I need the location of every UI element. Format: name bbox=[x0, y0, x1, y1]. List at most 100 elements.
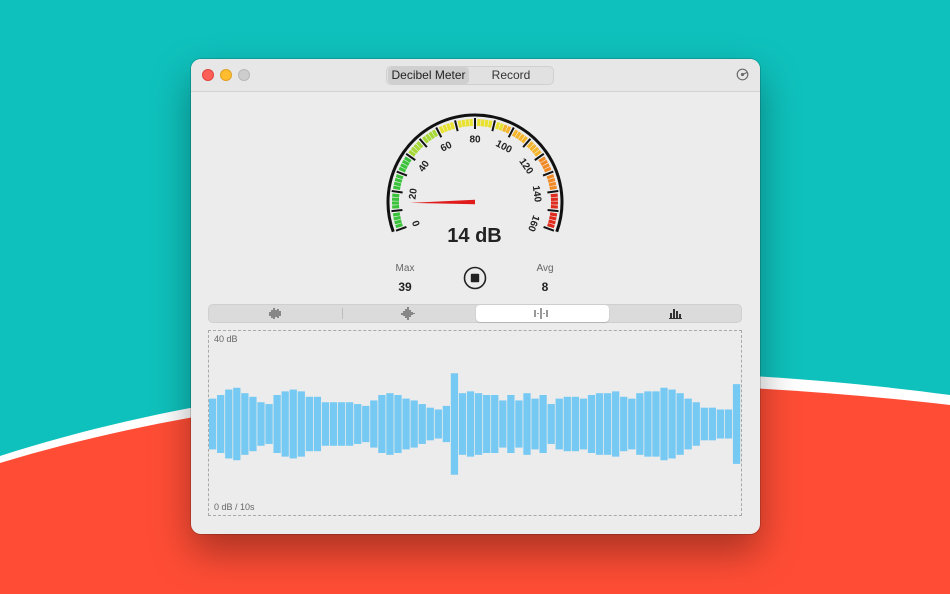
close-window-button[interactable] bbox=[202, 69, 214, 81]
level-bar bbox=[378, 395, 386, 453]
gauge-major-tick bbox=[391, 208, 403, 213]
level-bar bbox=[563, 396, 571, 452]
level-bar bbox=[716, 409, 725, 439]
gauge-color-segment bbox=[393, 181, 402, 187]
gauge-color-segment bbox=[538, 156, 547, 163]
gauge-color-segment bbox=[511, 129, 519, 138]
gauge-color-segment bbox=[543, 166, 552, 173]
gauge-color-segment bbox=[392, 212, 401, 217]
gauge-color-segment bbox=[487, 120, 493, 128]
level-bar bbox=[362, 405, 370, 443]
level-bar bbox=[668, 389, 676, 459]
level-bar bbox=[458, 393, 467, 455]
gauge-color-segment bbox=[484, 119, 489, 128]
gauge-color-segment bbox=[465, 119, 470, 127]
gauge-color-segment bbox=[549, 185, 557, 191]
level-bar bbox=[241, 393, 249, 455]
gauge-color-segment bbox=[431, 129, 439, 138]
gauge-tick-label: 100 bbox=[494, 138, 514, 156]
settings-icon[interactable] bbox=[736, 68, 749, 81]
level-bar bbox=[515, 400, 523, 448]
gauge-major-tick bbox=[491, 120, 496, 132]
level-bar bbox=[329, 402, 338, 446]
stop-icon[interactable] bbox=[463, 266, 487, 290]
level-bar bbox=[281, 391, 289, 457]
gauge-color-segment bbox=[394, 219, 402, 225]
mode-histogram[interactable] bbox=[609, 305, 742, 322]
gauge-color-segment bbox=[392, 193, 400, 198]
level-bar bbox=[700, 407, 708, 441]
level-bar bbox=[676, 393, 684, 455]
gauge-major-tick bbox=[547, 190, 559, 194]
level-bar bbox=[587, 395, 596, 453]
level-bar bbox=[249, 396, 257, 452]
gauge-color-segment bbox=[403, 156, 412, 163]
tab-record[interactable]: Record bbox=[471, 67, 551, 84]
mode-waveform-burst[interactable] bbox=[342, 305, 475, 322]
gauge-color-segment bbox=[549, 215, 557, 221]
gauge-color-segment bbox=[548, 219, 556, 225]
gauge-color-segment bbox=[547, 177, 556, 183]
level-bar bbox=[531, 398, 539, 450]
level-bar bbox=[426, 407, 434, 441]
level-bar bbox=[370, 400, 378, 448]
level-bar bbox=[466, 391, 475, 457]
level-bar bbox=[257, 402, 265, 446]
level-history-chart: 40 dB 0 dB / 10s bbox=[208, 330, 742, 516]
view-segmented-control: Decibel Meter Record bbox=[386, 66, 554, 85]
gauge-color-segment bbox=[449, 121, 455, 130]
waveform-sparse-icon bbox=[534, 308, 548, 319]
gauge-tick-label: 80 bbox=[469, 135, 481, 146]
level-bar bbox=[547, 404, 555, 444]
app-window: Decibel Meter Record 0 20 40 60 80 100 120 140 1… bbox=[191, 59, 760, 534]
chart-top-label: 40 dB bbox=[214, 334, 238, 344]
waveform-burst-icon bbox=[401, 307, 415, 320]
level-bar bbox=[579, 398, 588, 450]
zoom-window-button[interactable] bbox=[238, 69, 250, 81]
level-bar bbox=[442, 405, 451, 443]
gauge-color-segment bbox=[393, 215, 401, 221]
level-bar bbox=[499, 400, 507, 448]
level-bar bbox=[612, 391, 620, 457]
gauge-color-segment bbox=[400, 163, 408, 170]
level-bar bbox=[402, 398, 410, 450]
gauge-color-segment bbox=[546, 174, 555, 180]
mode-waveform-sparse[interactable] bbox=[476, 305, 609, 322]
gauge-color-segment bbox=[540, 159, 549, 166]
gauge-color-segment bbox=[550, 193, 558, 198]
level-bar bbox=[603, 393, 612, 455]
gauge-major-tick bbox=[547, 208, 559, 213]
gauge-color-segment bbox=[442, 124, 449, 133]
level-bar bbox=[708, 407, 717, 441]
level-bar bbox=[652, 391, 660, 457]
gauge-tick-label: 60 bbox=[439, 139, 454, 154]
level-bar bbox=[297, 391, 305, 457]
level-bars bbox=[209, 373, 741, 475]
gauge-color-segment bbox=[480, 119, 485, 127]
gauge-color-segment bbox=[501, 124, 508, 133]
mode-waveform[interactable] bbox=[209, 305, 342, 322]
level-bar bbox=[450, 373, 459, 475]
gauge-color-segment bbox=[398, 166, 407, 173]
gauge-tick-label: 140 bbox=[530, 185, 543, 203]
level-bar bbox=[273, 395, 281, 453]
level-bar bbox=[410, 400, 418, 448]
level-bar bbox=[217, 395, 225, 453]
level-bar bbox=[644, 391, 652, 457]
level-bar bbox=[507, 395, 515, 453]
level-bar bbox=[724, 409, 733, 439]
level-bar bbox=[692, 402, 700, 446]
minimize-window-button[interactable] bbox=[220, 69, 232, 81]
tab-decibel-meter[interactable]: Decibel Meter bbox=[388, 67, 469, 84]
level-bar bbox=[394, 395, 402, 453]
level-bar bbox=[539, 395, 547, 453]
gauge-tick-label: 0 bbox=[411, 218, 423, 227]
level-bar bbox=[209, 398, 217, 450]
gauge-color-segment bbox=[393, 185, 401, 191]
max-label: Max bbox=[395, 263, 415, 274]
gauge-color-segment bbox=[542, 163, 550, 170]
level-bar bbox=[555, 398, 563, 450]
gauge-tick-label: 40 bbox=[417, 158, 433, 174]
level-bar bbox=[732, 384, 741, 464]
level-bar bbox=[660, 387, 668, 461]
